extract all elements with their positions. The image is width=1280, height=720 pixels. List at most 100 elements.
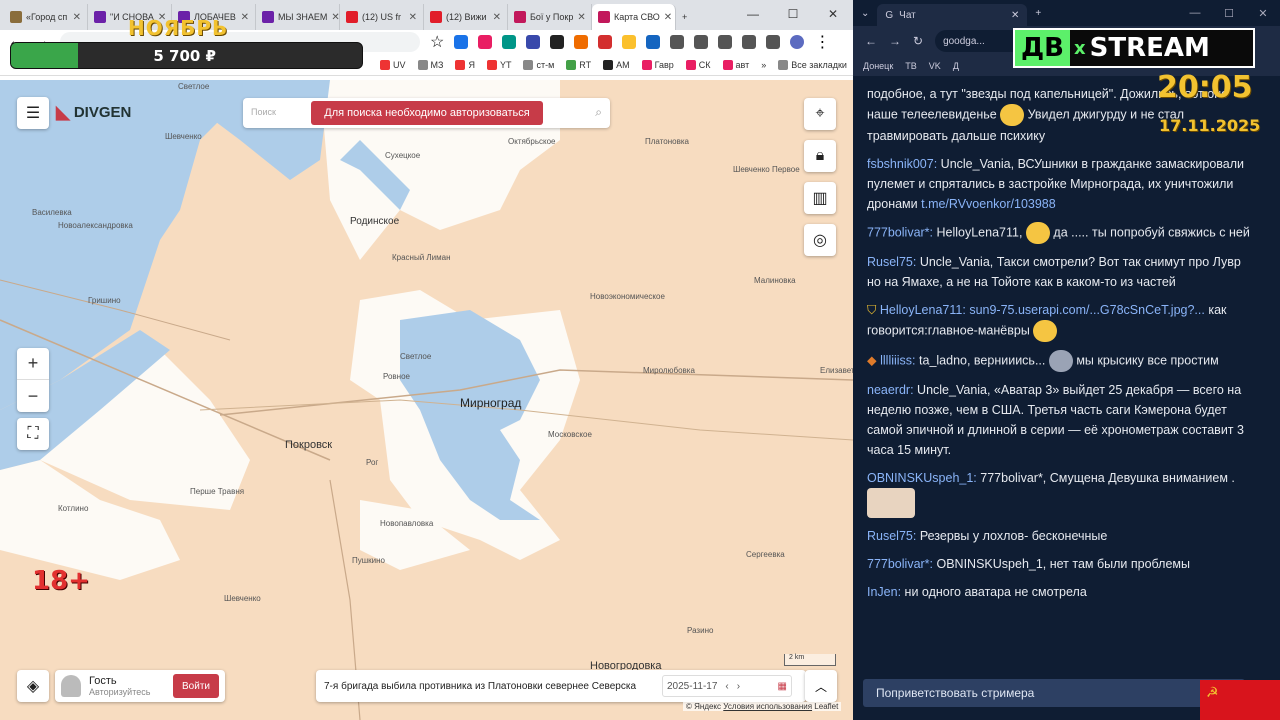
reload-icon[interactable]: ↻ [913, 34, 923, 48]
minimize-icon[interactable]: — [1178, 0, 1212, 26]
chat-link[interactable]: t.me/RVvoenkor/103988 [921, 197, 1056, 211]
close-window-icon[interactable]: ✕ [813, 0, 853, 28]
extension-icon[interactable] [550, 35, 565, 49]
close-icon[interactable]: ✕ [409, 12, 417, 23]
prev-date-icon[interactable]: ‹ [725, 681, 728, 692]
chat-username[interactable]: fsbshnik007: [867, 157, 937, 171]
profile-avatar[interactable] [790, 35, 805, 49]
chat-link[interactable]: sun9-75.userapi.com/...G78cSnCeT.jpg?... [969, 303, 1205, 317]
search-icon[interactable]: ⌕ [595, 105, 602, 120]
bookmark[interactable]: RT [566, 59, 591, 70]
tab-1[interactable]: «Город сп ✕ [4, 4, 88, 30]
close-icon[interactable]: ✕ [493, 12, 501, 23]
tab-5[interactable]: (12) US fr ✕ [340, 4, 424, 30]
bookmark[interactable]: авт [722, 59, 749, 70]
extension-icon[interactable] [598, 35, 613, 49]
news-headline[interactable]: 7-я бригада выбила противника из Платоно… [324, 681, 654, 692]
close-icon[interactable]: ✕ [1011, 10, 1019, 21]
divgen-logo[interactable]: ◣ DIVGEN [56, 102, 131, 123]
extension-icon[interactable] [646, 35, 661, 49]
new-tab-button[interactable]: + [676, 4, 700, 30]
target-icon[interactable]: ◎ [804, 224, 836, 256]
extension-icon[interactable] [478, 35, 493, 49]
bookmark[interactable]: Гавр [641, 59, 674, 70]
auth-required-button[interactable]: Для поиска необходимо авторизоваться [311, 101, 543, 125]
bookmark[interactable]: ст-м [523, 59, 554, 70]
bookmark[interactable]: UV [380, 59, 406, 70]
bookmark[interactable]: Д [953, 61, 959, 71]
bookmark[interactable]: МЗ [417, 59, 443, 70]
forward-icon[interactable]: → [889, 34, 901, 48]
location-pin-icon[interactable]: ⌖ [804, 98, 836, 130]
greet-streamer-button[interactable]: Поприветствовать стримера [863, 679, 1245, 707]
chat-username[interactable]: 777bolivar*: [867, 225, 933, 239]
maximize-icon[interactable]: ☐ [1212, 0, 1246, 26]
tab-chat[interactable]: G Чат ✕ [877, 4, 1028, 26]
extension-icon[interactable] [766, 35, 781, 49]
bookmark[interactable]: ТВ [905, 61, 917, 71]
bookmark[interactable]: VK [929, 61, 941, 71]
extension-icon[interactable] [622, 35, 637, 49]
more-bookmarks-icon[interactable]: » [761, 60, 766, 70]
new-tab-button[interactable]: + [1035, 8, 1041, 19]
chat-username[interactable]: OBNINSKUspeh_1: [867, 471, 977, 485]
extension-icon[interactable] [718, 35, 733, 49]
chat-username[interactable]: lllliiiss: [880, 353, 915, 367]
close-icon[interactable]: ✕ [664, 12, 672, 23]
extension-icon[interactable] [742, 35, 757, 49]
extension-icon[interactable] [502, 35, 517, 49]
extension-icon[interactable] [454, 35, 469, 49]
map-canvas[interactable]: Светлое Октябрьское Платоновка Шевченко … [0, 80, 853, 720]
address-bar[interactable]: goodga... [935, 30, 1026, 52]
leaflet-link[interactable]: Leaflet [814, 702, 838, 711]
bookmark[interactable]: YT [486, 59, 511, 70]
chat-username[interactable]: HelloyLena711: [880, 303, 966, 317]
extension-icon[interactable] [670, 35, 685, 49]
extension-icon[interactable] [526, 35, 541, 49]
place-label: Шевченко [165, 132, 202, 141]
puzzle-icon[interactable] [694, 35, 709, 49]
tab-4[interactable]: МЫ ЗНАЕМ ✕ [256, 4, 340, 30]
close-icon[interactable]: ✕ [241, 12, 249, 23]
chat-username[interactable]: Rusel75: [867, 255, 916, 269]
chat-username[interactable]: InJen: [867, 585, 901, 599]
bookmark[interactable]: Донецк [863, 61, 893, 71]
tab-8-active[interactable]: Карта СВО ✕ [592, 4, 676, 30]
ruler-icon[interactable]: ▥ [804, 182, 836, 214]
all-bookmarks[interactable]: Все закладки [778, 59, 847, 70]
login-button[interactable]: Войти [173, 674, 219, 698]
fullscreen-icon[interactable]: ⛶ [17, 418, 49, 450]
close-window-icon[interactable]: ✕ [1246, 0, 1280, 26]
star-icon[interactable]: ☆ [430, 32, 444, 52]
close-icon[interactable]: ✕ [577, 12, 585, 23]
tab-7[interactable]: Бої у Покр ✕ [508, 4, 592, 30]
chevron-up-icon[interactable]: ︿ [805, 670, 837, 702]
chat-username[interactable]: neaerdr: [867, 383, 914, 397]
zoom-out-button[interactable]: − [17, 380, 49, 412]
close-icon[interactable]: ✕ [73, 12, 81, 23]
calendar-icon[interactable]: ▦ [778, 681, 791, 692]
tab-search-icon[interactable]: ⌄ [861, 8, 869, 19]
maximize-icon[interactable]: ☐ [773, 0, 813, 28]
lock-icon[interactable]: 🔒︎ [804, 140, 836, 172]
search-box[interactable]: Поиск Для поиска необходимо авторизовать… [243, 98, 610, 128]
back-icon[interactable]: ← [865, 34, 877, 48]
menu-icon[interactable]: ☰ [17, 97, 49, 129]
bookmark[interactable]: АМ [603, 59, 630, 70]
layers-icon[interactable]: ◈ [17, 670, 49, 702]
bookmark[interactable]: Я [455, 59, 475, 70]
date-picker[interactable]: 2025-11-17 ‹ › ▦ [662, 675, 792, 697]
next-date-icon[interactable]: › [737, 681, 740, 692]
tab-6[interactable]: (12) Вижи ✕ [424, 4, 508, 30]
zoom-in-button[interactable]: + [17, 348, 49, 380]
shield-badge-icon: ⛉ [867, 303, 877, 317]
chat-username[interactable]: Rusel75: [867, 529, 916, 543]
minimize-icon[interactable]: — [733, 0, 773, 28]
terms-link[interactable]: Условия использования [723, 702, 812, 711]
place-label: Шевченко [224, 594, 261, 603]
chat-username[interactable]: 777bolivar*: [867, 557, 933, 571]
bookmark[interactable]: СК [685, 59, 711, 70]
extension-icon[interactable] [574, 35, 589, 49]
close-icon[interactable]: ✕ [331, 12, 339, 23]
menu-dots-icon[interactable]: ⋮ [814, 32, 830, 52]
